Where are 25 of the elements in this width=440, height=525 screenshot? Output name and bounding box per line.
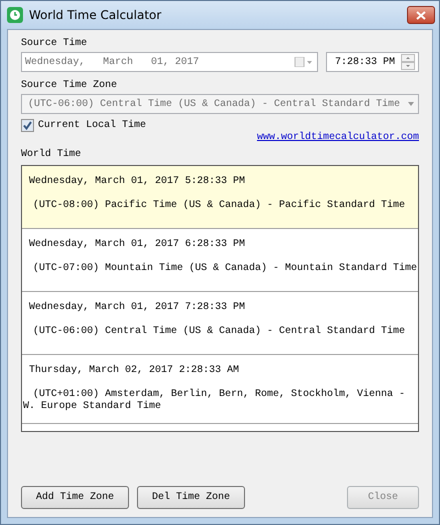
add-button[interactable]: Add Time Zone — [21, 486, 129, 509]
date-time-text: Thursday, March 02, 2017 2:28:33 AM — [28, 365, 240, 376]
close-button[interactable] — [407, 6, 435, 24]
world-time-label: World Time — [21, 149, 82, 160]
date-time-text: Wednesday, March 01, 2017 5:28:33 PM — [28, 176, 246, 187]
checkbox[interactable] — [21, 119, 34, 132]
window-title: World Time Calculator — [29, 8, 162, 22]
time-zone-text: (UTC+01:00) Amsterdam, Berlin, Bern, Rome, Stockholm, Vienna - W. Europe Standard Time — [22, 389, 406, 413]
caret-icon — [407, 101, 415, 107]
time-field[interactable]: 7:28:33 PM — [326, 52, 419, 72]
date-field[interactable]: Wednesday, March 01, 2017 — [21, 52, 318, 72]
date-time-text: Wednesday, March 01, 2017 7:28:33 PM — [28, 302, 246, 313]
source-time-label: Source Time — [21, 38, 88, 49]
checkbox-label: Current Local Time — [38, 120, 146, 131]
close-icon — [416, 10, 426, 20]
time-zone-row[interactable]: Wednesday, March 01, 2017 5:28:33 PM (UTC-08:00) Pacific Time (US & Canada) - Pacific Standard Time — [22, 166, 418, 229]
website-link[interactable]: www.worldtimecalculator.com — [256, 132, 419, 143]
source-time-zone-label: Source Time Zone — [21, 80, 118, 91]
date-time-text: Wednesday, March 01, 2017 6:28:33 PM — [28, 239, 246, 250]
time-zone-text: (UTC-08:00) Pacific Time (US & Canada) - Pacific Standard Time — [32, 200, 406, 212]
spinner-icon[interactable] — [401, 54, 415, 70]
time-zone-text: (UTC-07:00) Mountain Time (US & Canada) - Mountain Standard Time — [32, 263, 418, 275]
clock-icon — [7, 7, 23, 23]
delete-button[interactable]: Del Time Zone — [137, 486, 245, 509]
time-zone-text: (UTC-06:00) Central Time (US & Canada) - Central Standard Time — [32, 326, 406, 338]
